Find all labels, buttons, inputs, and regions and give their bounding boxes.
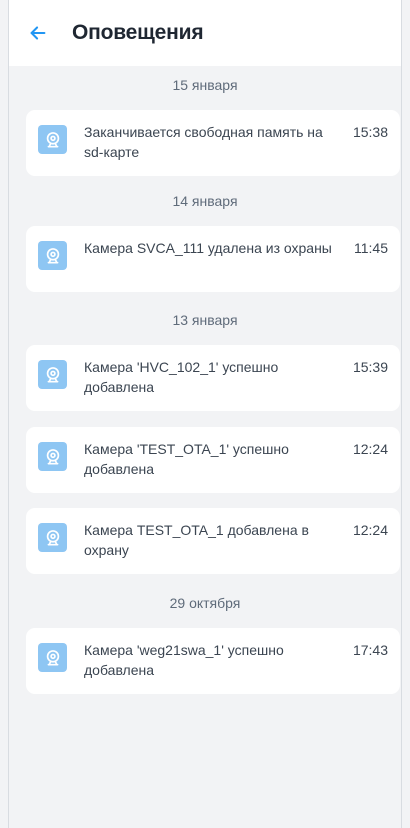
notification-card[interactable]: Заканчивается свободная память на sd-кар… [26,110,400,176]
notification-card[interactable]: Камера 'weg21swa_1' успешно добавлена 17… [26,628,400,694]
notification-time: 15:38 [352,124,388,140]
notification-time: 11:45 [354,240,388,256]
notification-card[interactable]: Камера TEST_OTA_1 добавлена в охрану 12:… [26,508,400,574]
notification-time: 17:43 [352,642,388,658]
notification-text: Заканчивается свободная память на sd-кар… [84,124,323,160]
notification-time: 15:39 [352,359,388,375]
camera-icon [38,125,67,154]
camera-icon [38,241,67,270]
notifications-list[interactable]: 15 января Заканчивается свободная память… [9,66,401,828]
top-app-bar: Оповещения [9,0,401,66]
notification-text: Камера TEST_OTA_1 добавлена в охрану [84,522,309,558]
date-header: 14 января [172,193,238,209]
camera-icon [38,360,67,389]
notification-text: Камера 'HVC_102_1' успешно добавлена [84,359,279,395]
notification-card[interactable]: Камера 'HVC_102_1' успешно добавлена 15:… [26,345,400,411]
notification-text: Камера 'weg21swa_1' успешно добавлена [84,642,284,678]
notification-text: Камера 'TEST_OTA_1' успешно добавлена [84,441,289,477]
notification-time: 12:24 [352,522,388,538]
right-frame-line [401,0,402,828]
back-button[interactable] [26,21,50,45]
notification-time: 12:24 [352,441,388,457]
date-header: 13 января [172,312,238,328]
date-header: 29 октября [169,595,241,611]
notification-card[interactable]: Камера 'TEST_OTA_1' успешно добавлена 12… [26,427,400,493]
camera-icon [38,523,67,552]
camera-icon [38,442,67,471]
notification-text: Камера SVCA_111 удалена из охраны [84,240,332,256]
page-title: Оповещения [72,21,204,44]
arrow-left-icon [30,26,46,40]
camera-icon [38,643,67,672]
notification-card[interactable]: Камера SVCA_111 удалена из охраны 11:45 [26,226,400,292]
date-header: 15 января [172,77,238,93]
notifications-screen: Оповещения 15 января Заканчивается свобо… [9,0,401,828]
